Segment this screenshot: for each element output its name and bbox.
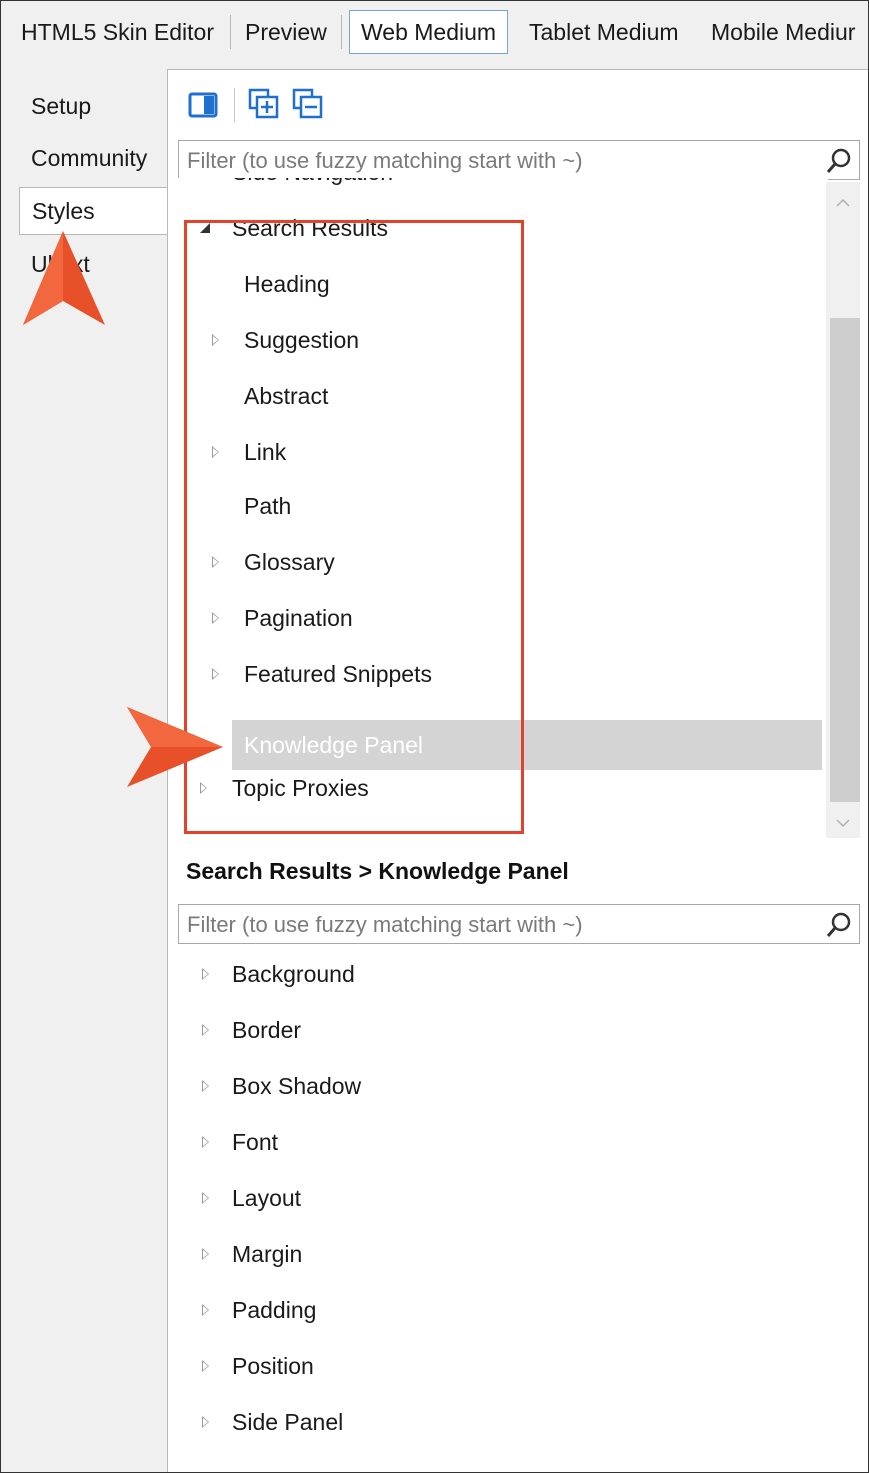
scroll-down-icon[interactable]: [836, 818, 850, 828]
property-label: Padding: [232, 1297, 317, 1323]
property-label: Border: [232, 1017, 302, 1043]
tree-filter-input[interactable]: [185, 142, 809, 180]
tree-toolbar: [180, 78, 860, 122]
scroll-up-icon[interactable]: [836, 198, 850, 208]
property-label: Margin: [232, 1241, 303, 1267]
collapsed-arrow-icon[interactable]: [202, 1024, 209, 1036]
expand-all-icon[interactable]: [248, 88, 280, 120]
collapsed-arrow-icon[interactable]: [202, 1304, 209, 1316]
tab-preview[interactable]: Preview: [245, 11, 327, 53]
search-icon[interactable]: [825, 911, 853, 939]
collapsed-arrow-icon[interactable]: [202, 1416, 209, 1428]
tab-html5-skin-editor[interactable]: HTML5 Skin Editor: [21, 11, 214, 53]
property-label: Background: [232, 961, 355, 987]
toolbar-separator: [234, 88, 235, 122]
collapsed-arrow-icon[interactable]: [202, 968, 209, 980]
top-tab-bar: HTML5 Skin Editor Preview Web Medium Tab…: [1, 1, 868, 67]
property-filter-input[interactable]: [185, 906, 809, 944]
tab-web-medium[interactable]: Web Medium: [349, 10, 509, 54]
property-label: Font: [232, 1129, 279, 1155]
collapsed-arrow-icon[interactable]: [202, 1080, 209, 1092]
tree-filter-box: [178, 140, 860, 180]
collapsed-arrow-icon[interactable]: [202, 1248, 209, 1260]
tab-tablet-medium[interactable]: Tablet Medium: [529, 11, 679, 53]
callout-arrow-right-icon: [127, 707, 223, 787]
collapsed-arrow-icon[interactable]: [202, 1360, 209, 1372]
toggle-panel-icon[interactable]: [188, 92, 218, 118]
collapsed-arrow-icon[interactable]: [202, 1192, 209, 1204]
collapse-all-icon[interactable]: [292, 88, 324, 120]
window-frame: HTML5 Skin Editor Preview Web Medium Tab…: [0, 0, 869, 1473]
tab-separator: [230, 15, 231, 49]
side-tab-styles[interactable]: Styles: [19, 187, 169, 235]
property-label: Box Shadow: [232, 1073, 362, 1099]
tab-mobile-medium[interactable]: Mobile Mediur: [711, 11, 855, 53]
tree-scrollbar[interactable]: [826, 182, 860, 838]
tree-item-label: Side Navigation: [232, 178, 393, 196]
breadcrumb: Search Results > Knowledge Panel: [186, 858, 569, 884]
highlight-box: [184, 220, 524, 834]
collapsed-arrow-icon[interactable]: [202, 1136, 209, 1148]
side-tab-setup[interactable]: Setup: [31, 93, 91, 120]
property-label: Layout: [232, 1185, 302, 1211]
property-label: Position: [232, 1353, 314, 1379]
tab-separator: [341, 15, 342, 49]
property-label: Side Panel: [232, 1409, 344, 1435]
side-tab-community[interactable]: Community: [31, 145, 147, 172]
search-icon[interactable]: [825, 147, 853, 175]
property-filter-box: [178, 904, 860, 944]
callout-arrow-up-icon: [23, 231, 105, 325]
scrollbar-thumb[interactable]: [830, 318, 860, 802]
styles-panel: Side Navigation Search Results Heading S…: [167, 69, 868, 1472]
